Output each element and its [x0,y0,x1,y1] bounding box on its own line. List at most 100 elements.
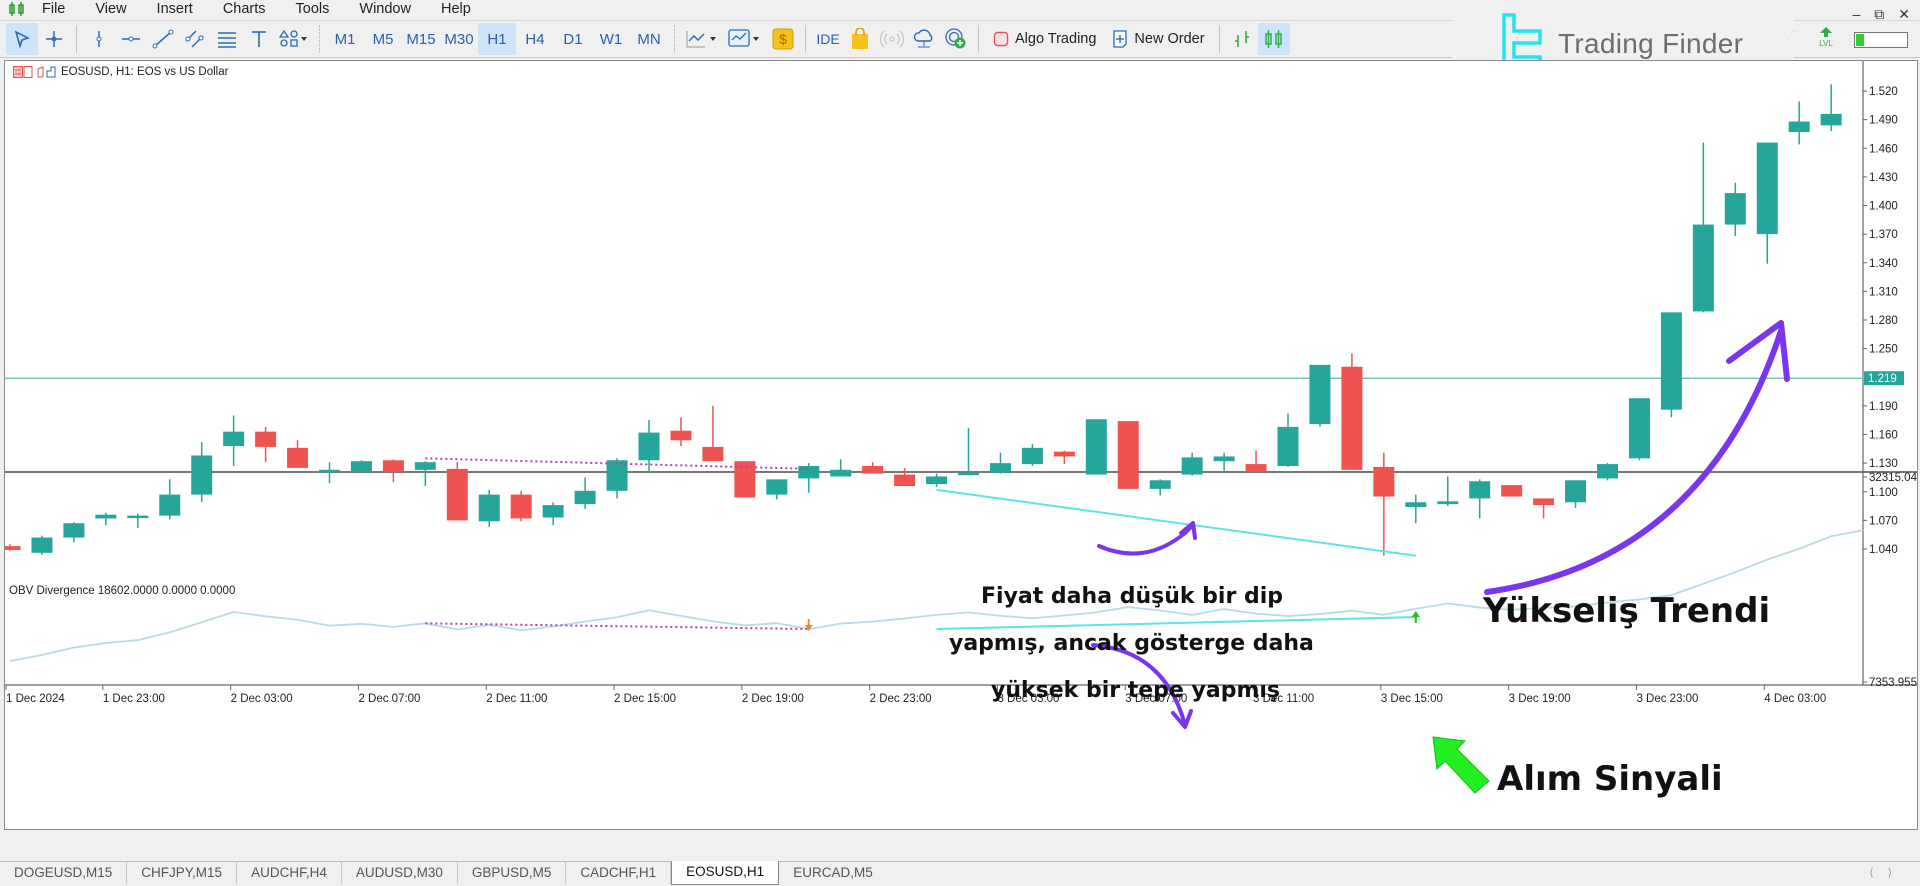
time-tick-label: 4 Dec 03:00 [1764,693,1826,705]
candle [1628,398,1650,461]
chart-window[interactable]: 1.520 1.490 1.460 1.430 1.400 1.370 1.340 1.310… [4,60,1918,830]
candle-body [350,461,372,472]
toolbar-separator [978,25,979,53]
timeframe-m5[interactable]: M5 [364,23,402,55]
tab-cadchf-h1[interactable]: CADCHF,H1 [566,862,672,884]
menu-charts[interactable]: Charts [223,1,266,17]
new-order-icon [1112,29,1128,49]
menu-window[interactable]: Window [359,1,411,17]
time-tick-label: 3 Dec 15:00 [1381,693,1443,705]
candle [510,490,532,522]
annotation-divergence-line1: Fiyat daha düşük bir dip [981,584,1283,609]
candle-body [1597,464,1618,479]
crosshair-tool-button[interactable] [38,23,70,55]
candle-body [5,546,21,550]
candle [191,442,213,503]
candle [830,459,852,477]
candle-body [1213,456,1235,462]
channel-tool-button[interactable] [179,23,211,55]
copy-trading-button[interactable] [940,23,972,55]
candle [446,462,468,521]
timeframe-m1[interactable]: M1 [326,23,364,55]
tab-gbpusd-m5[interactable]: GBPUSD,M5 [458,862,567,884]
shop-button[interactable] [844,23,876,55]
tab-scroll-arrows[interactable]: ⟨⟩ [1869,866,1906,879]
tab-chfjpy-m15[interactable]: CHFJPY,M15 [127,862,238,884]
candle [1756,142,1778,264]
candle-body [1021,447,1043,465]
new-order-button[interactable]: New Order [1104,23,1212,55]
time-tick-label: 3 Dec 23:00 [1636,693,1698,705]
chart-canvas[interactable]: 1.520 1.490 1.460 1.430 1.400 1.370 1.340 1.310… [5,61,1917,829]
timeframe-m30[interactable]: M30 [440,23,478,55]
timeframe-d1[interactable]: D1 [554,23,592,55]
candle-body [319,469,340,473]
trendline-tool-button[interactable] [147,23,179,55]
templates-button[interactable] [723,23,767,55]
candlestick-chart-button[interactable] [1257,23,1290,55]
candle-body [830,469,852,477]
candle-body [1469,481,1491,499]
indicators-button[interactable] [681,23,723,55]
candle [926,473,948,487]
timeframe-h1[interactable]: H1 [478,23,516,55]
price-tick-label: 1.460 [1869,143,1898,155]
text-tool-button[interactable] [243,23,275,55]
scroll-left-icon[interactable]: ⟨ [1869,867,1887,879]
candle [1309,364,1331,427]
menu-view[interactable]: View [95,1,126,17]
signals-button[interactable] [876,23,908,55]
candle-body [95,514,117,519]
price-tick-label: 1.160 [1869,430,1898,442]
scroll-right-icon[interactable]: ⟩ [1888,867,1906,879]
candle-body [1405,502,1427,508]
tab-eosusd-h1[interactable]: EOSUSD,H1 [671,861,780,885]
candle-body [1660,312,1682,410]
price-tick-label: 1.400 [1869,201,1898,213]
timeframe-m15[interactable]: M15 [402,23,440,55]
menu-tools[interactable]: Tools [296,1,330,17]
algo-trading-button[interactable]: Algo Trading [985,23,1104,55]
vps-button[interactable] [908,23,940,55]
chart-window-icon [13,66,33,78]
price-tick-label: 1.370 [1869,229,1898,241]
shapes-tool-button[interactable] [275,23,313,55]
annotation-buy-signal: Alım Sinyali [1497,759,1723,799]
tab-dogeusd-m15[interactable]: DOGEUSD,M15 [0,862,128,884]
candle [478,489,500,528]
ide-button[interactable]: IDE [812,23,844,55]
level-icon[interactable]: LVL [1816,26,1836,53]
level-progress-bar [1854,31,1908,48]
text-icon [249,29,269,49]
timeframe-w1[interactable]: W1 [592,23,630,55]
candle-body [1788,121,1810,133]
toolbar-separator [319,25,320,53]
horizontal-line-tool-button[interactable] [115,23,147,55]
time-tick-label: 2 Dec 23:00 [870,693,932,705]
time-tick-label: 2 Dec 19:00 [742,693,804,705]
menu-help[interactable]: Help [441,1,471,17]
ide-label: IDE [816,31,840,47]
menu-insert[interactable]: Insert [157,1,193,17]
tab-audchf-h4[interactable]: AUDCHF,H4 [237,862,342,884]
tab-audusd-m30[interactable]: AUDUSD,M30 [342,862,458,884]
menu-file[interactable]: File [42,1,65,17]
candle-body [1181,457,1203,475]
shopping-bag-icon [850,28,870,50]
candle [1341,353,1363,470]
candle [1149,479,1171,496]
candle [223,415,245,466]
bar-chart-icon [1231,29,1253,49]
bar-chart-button[interactable] [1226,23,1258,55]
horizontal-line-icon [120,29,142,49]
tab-eurcad-m5[interactable]: EURCAD,M5 [779,862,887,884]
timeframe-h4[interactable]: H4 [516,23,554,55]
candle-body [958,472,979,476]
timeframe-mn[interactable]: MN [630,23,668,55]
cursor-tool-button[interactable] [6,23,38,55]
fibonacci-tool-button[interactable] [211,23,243,55]
vertical-line-tool-button[interactable] [83,23,115,55]
algo-trading-label: Algo Trading [1015,31,1097,47]
market-button[interactable]: $ [767,23,799,55]
candle-body [574,490,596,505]
